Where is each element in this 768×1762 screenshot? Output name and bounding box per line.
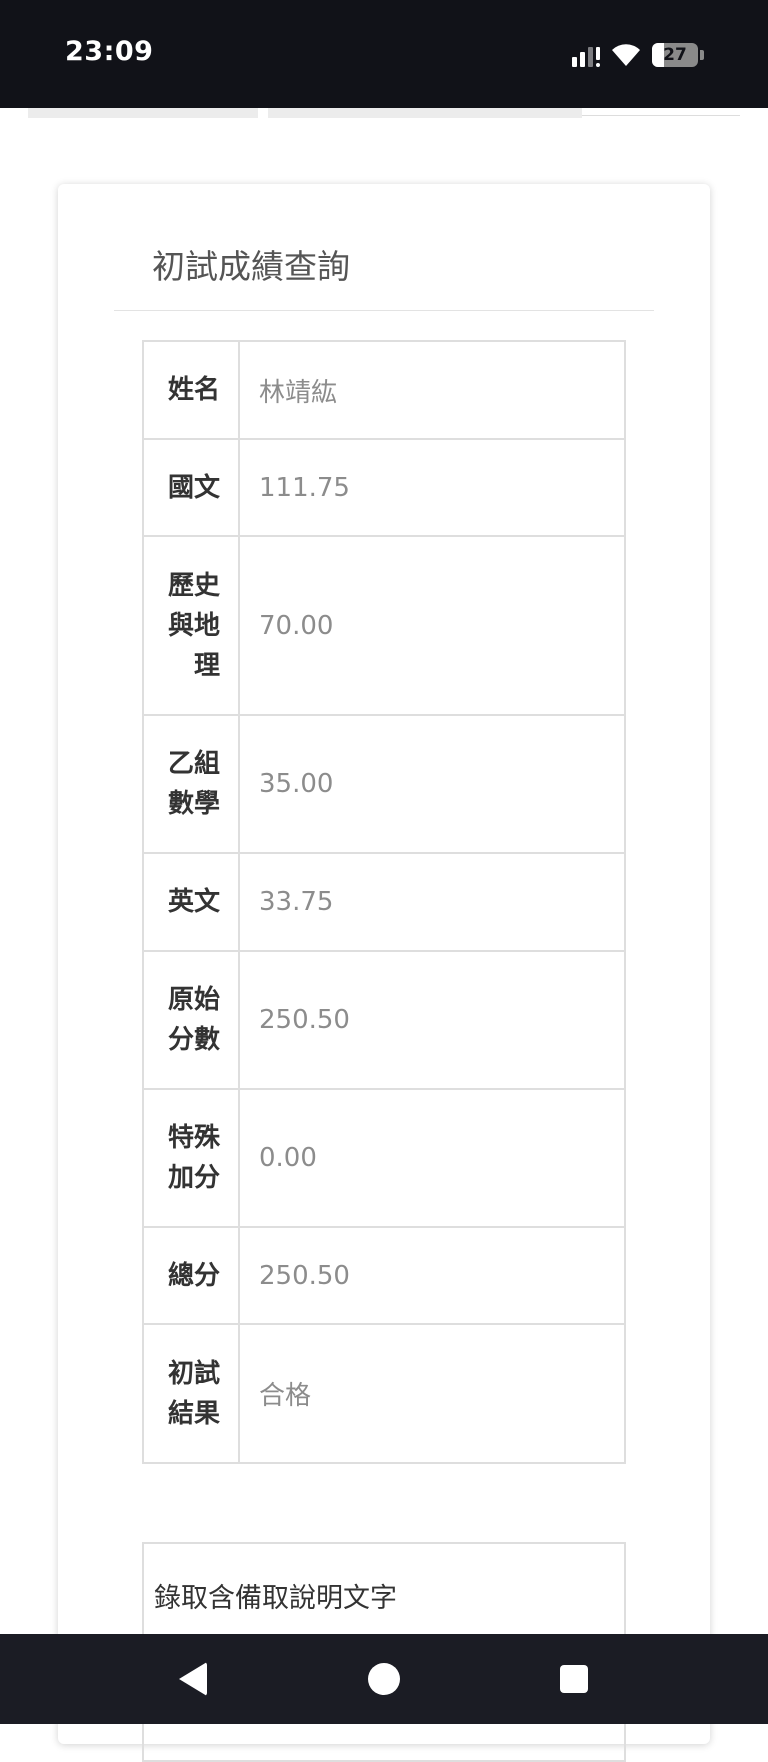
table-row: 初試結果 合格 [142,1323,626,1464]
top-tab-2[interactable] [268,108,582,118]
table-row: 特殊加分 0.00 [142,1088,626,1228]
row-value: 250.50 [238,1226,626,1325]
row-label: 初試結果 [142,1323,240,1464]
top-tab-underline [582,115,740,116]
top-tabs-remnant [0,108,768,120]
back-button[interactable] [148,1634,238,1724]
top-tab-1[interactable] [28,108,258,118]
table-row: 原始分數 250.50 [142,950,626,1090]
row-label: 歷史與地理 [142,535,240,716]
row-value: 35.00 [238,714,626,854]
admission-note-text: 錄取含備取說明文字 [154,1583,397,1614]
row-label: 姓名 [142,340,240,440]
row-label: 特殊加分 [142,1088,240,1228]
row-value: 70.00 [238,535,626,716]
wifi-icon [612,44,640,66]
row-label: 國文 [142,438,240,537]
home-button[interactable] [339,1634,429,1724]
table-row: 歷史與地理 70.00 [142,535,626,716]
status-icons: 27 [572,40,704,70]
status-bar: 23:09 27 [0,0,768,108]
back-icon [179,1662,207,1696]
score-table: 姓名 林靖紘 國文 111.75 歷史與地理 70.00 乙組數學 35.00 … [142,340,626,1464]
row-label: 英文 [142,852,240,952]
row-label: 乙組數學 [142,714,240,854]
page-title: 初試成績查詢 [152,247,350,286]
title-divider [114,310,654,311]
table-row: 乙組數學 35.00 [142,714,626,854]
status-time: 23:09 [65,36,154,67]
table-row: 英文 33.75 [142,852,626,952]
row-label: 原始分數 [142,950,240,1090]
score-card: 初試成績查詢 姓名 林靖紘 國文 111.75 歷史與地理 70.00 乙組數學… [58,184,710,1762]
signal-icon [572,43,600,67]
row-label: 總分 [142,1226,240,1325]
home-icon [368,1663,400,1695]
battery-level: 27 [663,45,687,65]
table-row: 國文 111.75 [142,438,626,537]
row-value: 250.50 [238,950,626,1090]
row-value: 林靖紘 [238,340,626,440]
row-value: 33.75 [238,852,626,952]
row-value: 0.00 [238,1088,626,1228]
recents-icon [560,1665,588,1693]
table-row: 總分 250.50 [142,1226,626,1325]
navigation-bar [0,1634,768,1724]
row-value: 111.75 [238,438,626,537]
recents-button[interactable] [529,1634,619,1724]
battery-icon: 27 [652,43,698,67]
row-value: 合格 [238,1323,626,1464]
battery-tip [700,50,704,60]
table-row: 姓名 林靖紘 [142,340,626,440]
